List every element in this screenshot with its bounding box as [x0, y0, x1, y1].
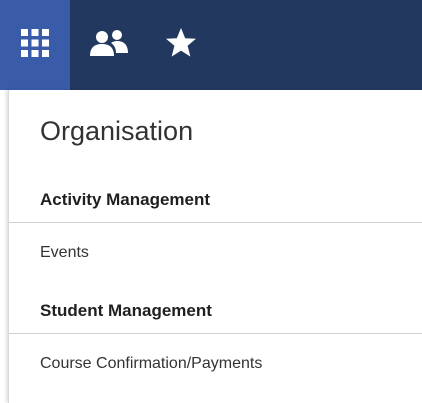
menu-title: Organisation [40, 116, 194, 146]
menu-item-course-confirmation-payments[interactable]: Course Confirmation/Payments [40, 355, 262, 373]
section-divider [9, 333, 422, 334]
top-navigation-bar [0, 0, 422, 90]
tab-people[interactable] [70, 0, 148, 90]
app-window: Organisation Activity Management Events … [0, 0, 422, 403]
section-heading-student-management: Student Management [40, 301, 212, 320]
apps-grid-icon [20, 28, 50, 63]
dropdown-menu-panel: Organisation Activity Management Events … [8, 90, 422, 403]
star-icon [165, 27, 197, 64]
tab-favorites[interactable] [148, 0, 214, 90]
people-icon [89, 28, 129, 63]
menu-item-events[interactable]: Events [40, 244, 89, 262]
section-divider [9, 222, 422, 223]
section-heading-activity-management: Activity Management [40, 190, 211, 209]
tab-apps[interactable] [0, 0, 70, 90]
